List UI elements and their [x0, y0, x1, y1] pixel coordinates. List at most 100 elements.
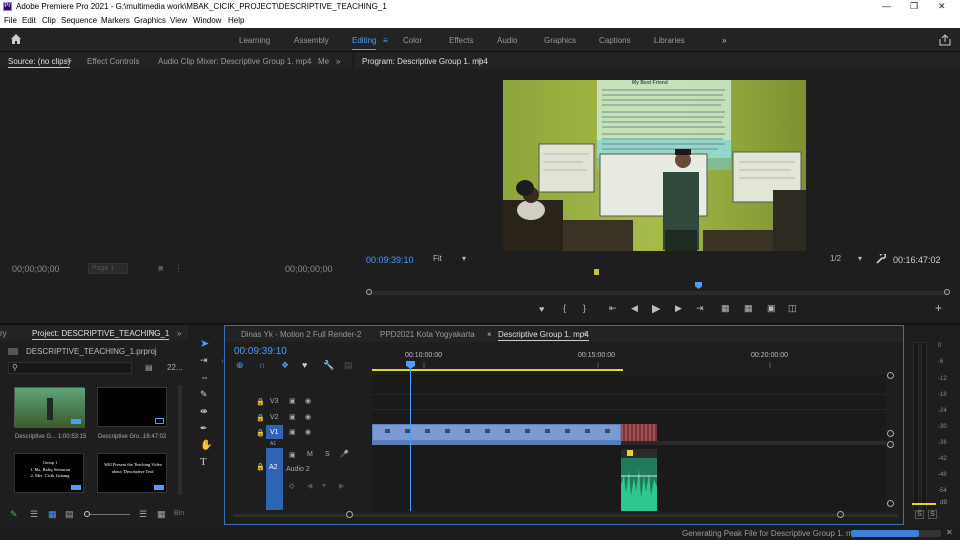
- tab-source[interactable]: Source: (no clips): [8, 57, 71, 68]
- sort-icon[interactable]: ☰: [139, 509, 147, 520]
- sync-lock-icon[interactable]: ▣: [289, 397, 296, 405]
- track-name-a2[interactable]: A2: [269, 464, 278, 471]
- menu-window[interactable]: Window: [193, 16, 221, 25]
- vertical-zoom-handle[interactable]: [887, 372, 894, 379]
- source-patch-a2[interactable]: [266, 448, 283, 510]
- vertical-zoom-handle[interactable]: [887, 430, 894, 437]
- track-name-v3[interactable]: V3: [270, 398, 279, 405]
- step-forward-icon[interactable]: ▶: [675, 303, 682, 314]
- lock-icon[interactable]: 🔒: [256, 414, 265, 422]
- comparison-view-icon[interactable]: ◫: [788, 303, 797, 314]
- timeline-menu-icon[interactable]: ≡: [583, 329, 588, 338]
- track-name-a1[interactable]: A1: [270, 441, 276, 447]
- timeline-playhead-line[interactable]: [410, 368, 411, 511]
- video-clip-v1-rendering[interactable]: [621, 424, 657, 441]
- tab-program[interactable]: Program: Descriptive Group 1. mp4: [362, 57, 488, 66]
- source-menu-icon[interactable]: ≡: [67, 56, 72, 65]
- more-tabs-icon[interactable]: »: [177, 329, 181, 338]
- menu-markers[interactable]: Markers: [101, 16, 130, 25]
- slip-tool-icon[interactable]: ⇼: [200, 406, 208, 417]
- workspace-libraries[interactable]: Libraries: [654, 36, 685, 45]
- minimize-icon[interactable]: —: [882, 1, 891, 11]
- microphone-icon[interactable]: 🎤: [340, 450, 349, 458]
- tab-effect-controls[interactable]: Effect Controls: [87, 57, 139, 66]
- menu-view[interactable]: View: [170, 16, 187, 25]
- tab-metadata[interactable]: Me: [318, 57, 329, 66]
- program-ruler-start-handle[interactable]: [366, 289, 372, 295]
- list-view-icon[interactable]: ☰: [30, 509, 38, 520]
- new-bin-label[interactable]: Bin: [174, 510, 184, 517]
- program-video-frame[interactable]: My Best Friend: [503, 80, 806, 251]
- program-timecode[interactable]: 00:09:39:10: [366, 255, 414, 265]
- tab-audio-clip-mixer[interactable]: Audio Clip Mixer: Descriptive Group 1. m…: [158, 57, 311, 66]
- workspace-assembly[interactable]: Assembly: [294, 36, 329, 45]
- sync-lock-icon[interactable]: ▣: [289, 428, 296, 436]
- zoom-slider[interactable]: [86, 514, 130, 515]
- freeform-view-icon[interactable]: ▤: [65, 509, 74, 520]
- workspace-color[interactable]: Color: [403, 36, 422, 45]
- workspace-learning[interactable]: Learning: [239, 36, 270, 45]
- more-tabs-icon[interactable]: »: [336, 57, 340, 66]
- program-menu-icon[interactable]: ≡: [477, 56, 482, 65]
- audio-clip-a2[interactable]: [621, 449, 657, 511]
- project-item-thumbnail[interactable]: [97, 387, 167, 427]
- track-name-v2[interactable]: V2: [270, 414, 279, 421]
- menu-graphics[interactable]: Graphics: [134, 16, 166, 25]
- icon-view-icon[interactable]: ▦: [48, 509, 57, 520]
- tab-sequence-dinas[interactable]: Dinas Yk - Motion 2 Full Render-2: [241, 330, 361, 339]
- workspace-editing[interactable]: Editing: [352, 36, 377, 50]
- eye-icon[interactable]: ◉: [305, 413, 311, 421]
- next-keyframe-icon[interactable]: ▶: [339, 482, 344, 490]
- play-icon[interactable]: ▶: [652, 302, 660, 315]
- track-select-tool-icon[interactable]: ⇥: [200, 355, 208, 366]
- source-page-select[interactable]: Page 1: [88, 263, 128, 274]
- lift-icon[interactable]: ▦: [721, 303, 730, 314]
- workspace-effects[interactable]: Effects: [449, 36, 473, 45]
- new-bin-from-search-icon[interactable]: ▤: [145, 363, 153, 372]
- timeline-settings-wrench-icon[interactable]: 🔧: [323, 360, 334, 371]
- project-item-thumbnail[interactable]: Group 1 1. Ms. Rafiq Setiawan 2. Mrs. Ci…: [14, 453, 84, 493]
- project-scrollbar[interactable]: [178, 385, 182, 495]
- menu-sequence[interactable]: Sequence: [61, 16, 97, 25]
- maximize-icon[interactable]: ❐: [910, 1, 918, 12]
- sync-lock-icon[interactable]: ▣: [289, 413, 296, 421]
- workspace-audio[interactable]: Audio: [497, 36, 517, 45]
- sync-lock-icon[interactable]: ▣: [289, 451, 296, 459]
- close-tab-icon[interactable]: ×: [487, 330, 492, 339]
- vertical-zoom-handle[interactable]: [887, 441, 894, 448]
- linked-selection-icon[interactable]: ❖: [281, 360, 289, 371]
- track-name-v1[interactable]: V1: [270, 429, 279, 436]
- more-workspaces-icon[interactable]: »: [722, 36, 726, 45]
- menu-file[interactable]: File: [4, 16, 17, 25]
- menu-clip[interactable]: Clip: [42, 16, 56, 25]
- eye-icon[interactable]: ◉: [305, 428, 311, 436]
- program-add-button-icon[interactable]: +: [935, 301, 942, 315]
- type-tool-icon[interactable]: T: [200, 456, 207, 468]
- pen-tool-icon[interactable]: ✒: [200, 423, 208, 434]
- workspace-captions[interactable]: Captions: [599, 36, 631, 45]
- mute-button[interactable]: M: [307, 451, 313, 458]
- vertical-zoom-handle[interactable]: [887, 500, 894, 507]
- go-to-in-icon[interactable]: ⇤: [609, 303, 617, 314]
- tab-sequence-ppd[interactable]: PPD2021 Kota Yogyakarta: [380, 330, 475, 339]
- scroll-right-handle[interactable]: [837, 511, 844, 518]
- scroll-left-handle[interactable]: [346, 511, 353, 518]
- source-safe-margins-icon[interactable]: ■: [158, 263, 163, 273]
- extract-icon[interactable]: ▦: [744, 303, 753, 314]
- tab-project[interactable]: Project: DESCRIPTIVE_TEACHING_1: [32, 329, 170, 340]
- menu-edit[interactable]: Edit: [22, 16, 36, 25]
- solo-button[interactable]: S: [325, 451, 330, 458]
- pencil-icon[interactable]: ✎: [10, 509, 18, 520]
- add-marker-icon[interactable]: ♥: [539, 304, 544, 314]
- ripple-edit-tool-icon[interactable]: ⇔: [200, 372, 209, 382]
- program-time-ruler[interactable]: [366, 291, 948, 295]
- program-zoom-select[interactable]: Fit ▾: [433, 254, 471, 265]
- keyframe-diamond-icon[interactable]: ◇: [289, 482, 294, 490]
- solo-right-button[interactable]: S: [928, 510, 937, 519]
- share-icon[interactable]: [939, 34, 951, 46]
- step-back-icon[interactable]: ◀: [631, 303, 638, 314]
- mark-in-icon[interactable]: {: [563, 303, 566, 313]
- program-ruler-end-handle[interactable]: [944, 289, 950, 295]
- wrench-icon[interactable]: [876, 254, 886, 264]
- export-frame-camera-icon[interactable]: ▣: [767, 303, 776, 314]
